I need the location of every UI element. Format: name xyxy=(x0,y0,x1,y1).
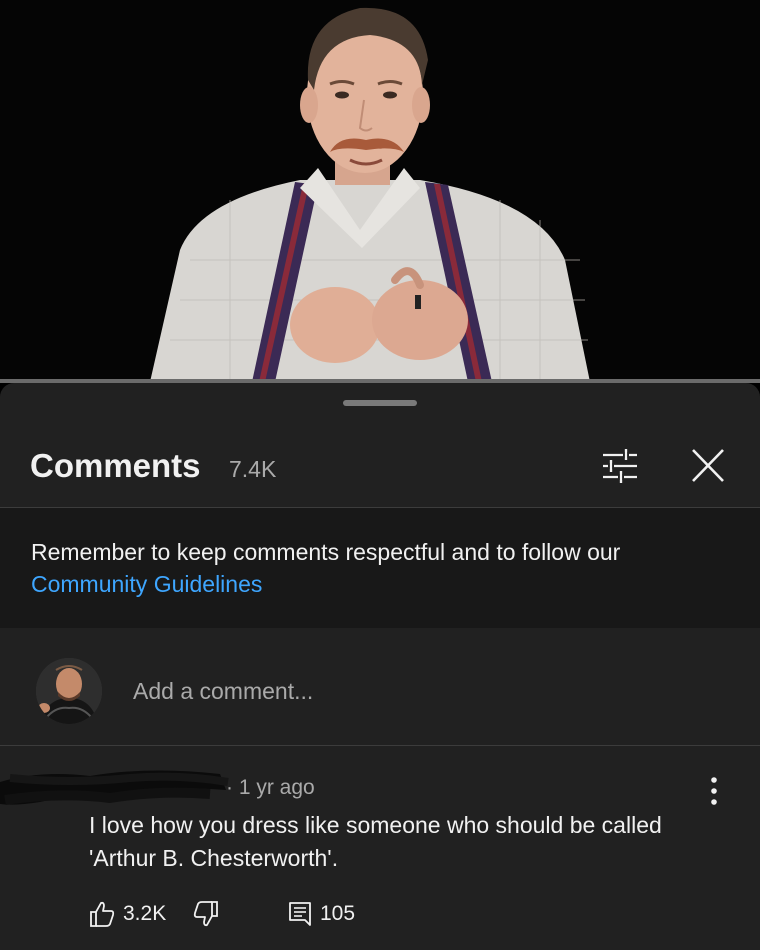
more-options-button[interactable] xyxy=(700,774,728,808)
comments-title: Comments xyxy=(30,447,201,484)
like-count: 3.2K xyxy=(123,902,167,925)
close-button[interactable] xyxy=(684,443,730,489)
add-comment-input[interactable]: Add a comment... xyxy=(133,678,313,705)
video-player[interactable] xyxy=(0,0,760,382)
comment-timestamp: · 1 yr ago xyxy=(226,776,315,799)
thumbs-up-icon xyxy=(90,901,115,927)
dislike-button[interactable] xyxy=(193,898,219,930)
community-guidelines-link[interactable]: Community Guidelines xyxy=(31,568,262,600)
close-icon xyxy=(692,449,724,482)
guidelines-notice: Remember to keep comments respectful and… xyxy=(0,508,760,628)
video-frame xyxy=(150,7,590,382)
comments-count: 7.4K xyxy=(229,456,277,482)
add-comment-row: Add a comment... xyxy=(0,628,760,746)
more-vertical-icon xyxy=(711,777,717,805)
comments-header: Comments 7.4K xyxy=(0,423,760,508)
like-button[interactable]: 3.2K xyxy=(89,898,166,930)
user-avatar-image xyxy=(36,658,102,724)
thumbs-down-icon xyxy=(193,901,218,927)
notice-text: Remember to keep comments respectful and… xyxy=(31,539,621,565)
comments-sheet: Comments 7.4K Remember to keep comments … xyxy=(0,383,760,950)
reply-count: 105 xyxy=(320,902,356,925)
sliders-icon xyxy=(603,449,637,483)
comment-text: I love how you dress like someone who sh… xyxy=(89,812,662,871)
comment-icon xyxy=(289,902,311,926)
comment-item: · 1 yr ago I love how you dress like som… xyxy=(0,746,760,950)
filter-button[interactable] xyxy=(597,443,643,489)
drag-handle[interactable] xyxy=(343,400,417,406)
comment-actions: 3.2K 105 xyxy=(89,898,489,930)
avatar[interactable] xyxy=(36,658,102,724)
replies-button[interactable]: 105 xyxy=(288,898,355,930)
